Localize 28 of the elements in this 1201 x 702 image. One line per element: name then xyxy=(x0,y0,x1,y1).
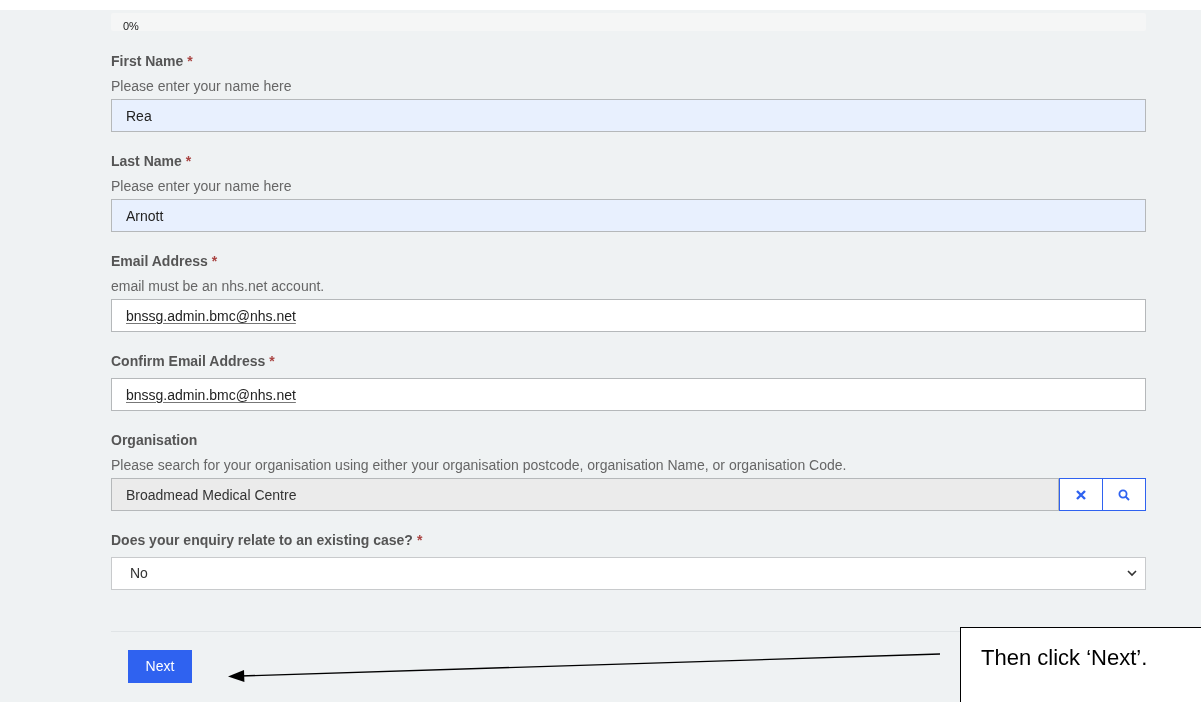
required-mark: * xyxy=(185,152,192,171)
field-hint: Please enter your name here xyxy=(111,177,292,196)
field-label: Last Name xyxy=(111,152,182,171)
text-field[interactable]: bnssg.admin.bmc@nhs.net xyxy=(111,378,1146,411)
text-field[interactable]: Rea xyxy=(111,99,1146,132)
required-mark: * xyxy=(269,352,275,371)
field-hint: Please enter your name here xyxy=(111,77,292,96)
organisation-field[interactable]: Broadmead Medical Centre xyxy=(111,478,1059,511)
field-hint: Please search for your organisation using either your organisation postcode, organisation Name, or organisation Code. xyxy=(111,456,847,475)
search-button[interactable] xyxy=(1103,478,1146,511)
required-mark: * xyxy=(416,531,423,550)
field-label: Confirm Email Address xyxy=(111,352,266,371)
close-icon xyxy=(1076,489,1086,500)
select-field[interactable]: No xyxy=(111,557,1146,590)
required-mark: * xyxy=(187,52,193,71)
field-label: Email Address xyxy=(111,252,208,271)
clear-button[interactable] xyxy=(1059,478,1103,511)
field-label: First Name xyxy=(111,52,184,71)
callout-text: Then click ‘Next’. xyxy=(981,645,1148,670)
required-mark: * xyxy=(211,252,218,271)
next-button[interactable]: Next xyxy=(128,650,192,683)
field-label: Does your enquiry relate to an existing case? xyxy=(111,531,413,550)
text-field[interactable]: Arnott xyxy=(111,199,1146,232)
field-hint: email must be an nhs.net account. xyxy=(111,277,325,296)
field-label: Organisation xyxy=(111,431,198,450)
chevron-down-icon xyxy=(1127,570,1137,577)
text-field[interactable]: bnssg.admin.bmc@nhs.net xyxy=(111,299,1146,332)
search-icon xyxy=(1118,488,1130,501)
